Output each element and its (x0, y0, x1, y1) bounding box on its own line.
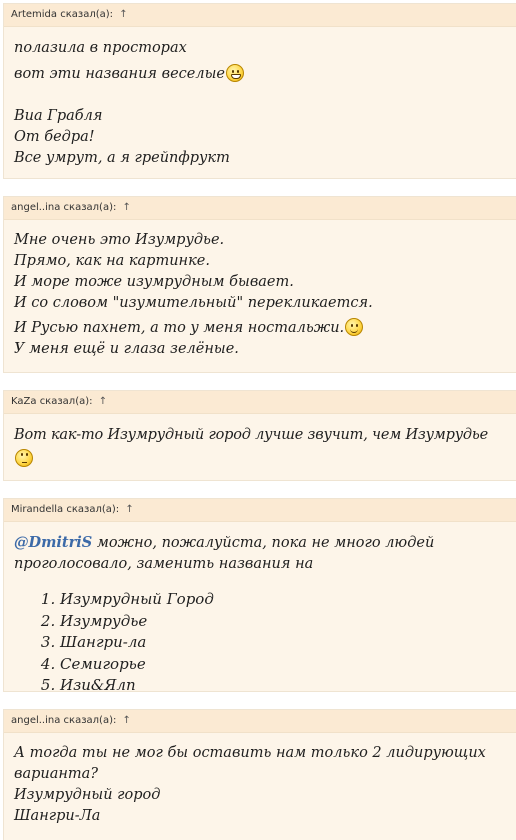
quote-header: Mirandella сказал(а): ↑ (4, 499, 516, 522)
quote-said: сказал(а): (63, 715, 117, 726)
quote-line: вот эти названия веселые (14, 64, 506, 85)
quote-said: сказал(а): (63, 202, 117, 213)
go-to-post-arrow-icon[interactable]: ↑ (123, 715, 131, 726)
quote-line: От бедра! (14, 129, 95, 145)
quote-header: angel..ina сказал(а): ↑ (4, 197, 516, 220)
rolling-eyes-smiley-icon (15, 449, 33, 467)
quote-block: angel..ina сказал(а): ↑ А тогда ты не мо… (3, 709, 516, 840)
quote-said: сказал(а): (60, 9, 114, 20)
quote-line: И Русью пахнет, а то у меня ностальжи. (14, 318, 506, 339)
go-to-post-arrow-icon[interactable]: ↑ (123, 202, 131, 213)
quote-line: У меня ещё и глаза зелёные. (14, 341, 239, 357)
quote-block: KaZa сказал(а): ↑ Вот как-то Изумрудный … (3, 390, 516, 481)
user-mention-link[interactable]: @DmitriS (14, 534, 92, 551)
list-item: Изи&Ялп (60, 675, 506, 691)
quote-line: Шангри-Ла (14, 808, 101, 824)
quote-said: сказал(а): (39, 396, 93, 407)
quote-block: Artemida сказал(а): ↑ полазила в простор… (3, 3, 516, 179)
list-item: Изумрудье (60, 611, 506, 633)
quote-content: Вот как-то Изумрудный город лучше звучит… (4, 414, 516, 470)
quote-said: сказал(а): (66, 504, 120, 515)
go-to-post-arrow-icon[interactable]: ↑ (119, 9, 127, 20)
quote-author[interactable]: Mirandella (11, 504, 63, 515)
list-item: Шангри-ла (60, 632, 506, 654)
smiley-icon (345, 318, 364, 336)
quote-block: angel..ina сказал(а): ↑ Мне очень это Из… (3, 196, 516, 373)
quote-line: @DmitriS можно, пожалуйста, пока не мног… (14, 534, 435, 572)
quote-line: полазила в просторах (14, 40, 187, 56)
quote-author[interactable]: angel..ina (11, 202, 60, 213)
grinning-smiley-icon (225, 64, 244, 82)
quote-line: Все умрут, а я грейпфрукт (14, 150, 230, 166)
options-list: Изумрудный Город Изумрудье Шангри-ла Сем… (14, 589, 506, 691)
quote-header: angel..ina сказал(а): ↑ (4, 710, 516, 733)
quote-block: Mirandella сказал(а): ↑ @DmitriS можно, … (3, 498, 516, 692)
quote-author[interactable]: angel..ina (11, 715, 60, 726)
quote-line: Изумрудный город (14, 787, 161, 803)
quote-header: KaZa сказал(а): ↑ (4, 391, 516, 414)
list-item: Семигорье (60, 654, 506, 676)
quote-line: Виа Грабля (14, 108, 103, 124)
quote-line: И со словом "изумительный" перекликается… (14, 295, 373, 311)
go-to-post-arrow-icon[interactable]: ↑ (99, 396, 107, 407)
quote-line: Мне очень это Изумрудье. (14, 232, 225, 248)
quote-line: Вот как-то Изумрудный город лучше звучит… (14, 427, 488, 443)
quote-header: Artemida сказал(а): ↑ (4, 4, 516, 27)
quote-line: Прямо, как на картинке. (14, 253, 210, 269)
quote-author[interactable]: Artemida (11, 9, 57, 20)
quote-author[interactable]: KaZa (11, 396, 37, 407)
quote-line: И море тоже изумрудным бывает. (14, 274, 294, 290)
quote-line (14, 449, 506, 470)
quote-content: Мне очень это Изумрудье. Прямо, как на к… (4, 220, 516, 360)
quote-line-empty (14, 85, 506, 106)
quote-content: полазила в просторах вот эти названия ве… (4, 27, 516, 169)
quote-line: А тогда ты не мог бы оставить нам только… (14, 745, 486, 782)
quote-content: @DmitriS можно, пожалуйста, пока не мног… (4, 522, 516, 691)
quote-content: А тогда ты не мог бы оставить нам только… (4, 733, 516, 827)
go-to-post-arrow-icon[interactable]: ↑ (125, 504, 133, 515)
list-item: Изумрудный Город (60, 589, 506, 611)
